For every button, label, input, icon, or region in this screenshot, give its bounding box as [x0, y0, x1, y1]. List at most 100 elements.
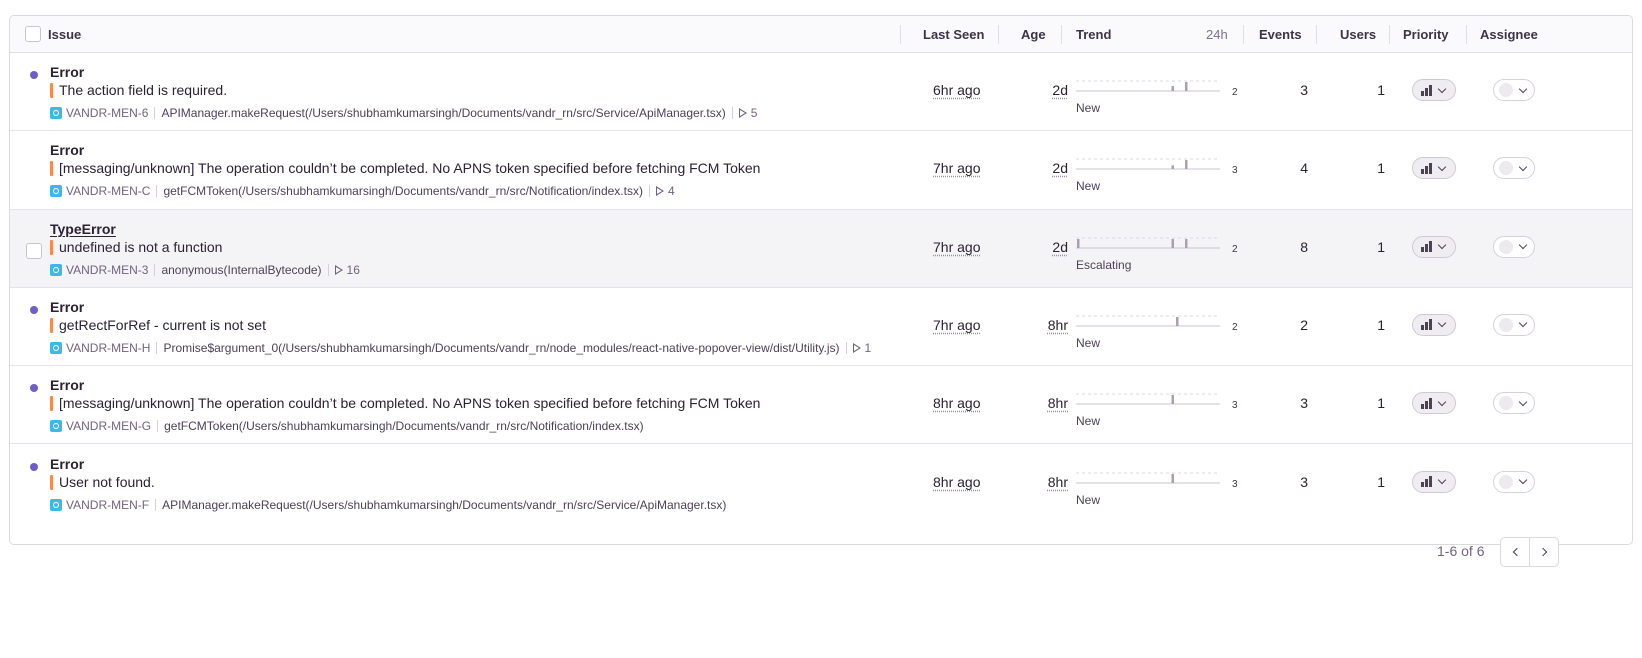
- header-divider: [1316, 25, 1317, 44]
- header-divider: [1389, 25, 1390, 44]
- issue-row[interactable]: Error [messaging/unknown] The operation c…: [10, 366, 1632, 445]
- issue-row[interactable]: Error The action field is required. VANDR…: [10, 53, 1632, 132]
- previous-page-button[interactable]: [1500, 537, 1530, 567]
- age: 8hr: [1047, 395, 1068, 412]
- chevron-down-icon: [1437, 240, 1446, 250]
- chevron-down-icon: [1518, 162, 1528, 172]
- last-seen: 7hr ago: [933, 238, 981, 255]
- replay-count[interactable]: 1: [865, 341, 872, 355]
- issue-title[interactable]: Error: [50, 456, 84, 472]
- short-id[interactable]: VANDR-MEN-6: [66, 106, 148, 120]
- issues-table: Issue Last Seen Age Trend 24h Events Use…: [9, 15, 1633, 545]
- trend-sparkline: 3 New: [1076, 392, 1238, 432]
- issue-title[interactable]: Error: [50, 64, 84, 80]
- issue-message[interactable]: undefined is not a function: [59, 239, 222, 255]
- issue-title[interactable]: TypeError: [50, 221, 116, 237]
- header-events[interactable]: Events: [1259, 16, 1302, 53]
- chevron-right-icon: [1538, 547, 1547, 557]
- next-page-button[interactable]: [1529, 537, 1559, 567]
- meta-divider: [156, 341, 158, 354]
- issue-title[interactable]: Error: [50, 142, 84, 158]
- issue-message[interactable]: getRectForRef - current is not set: [59, 317, 266, 333]
- header-trend-period[interactable]: 24h: [1206, 16, 1228, 53]
- react-native-icon: [50, 498, 62, 511]
- priority-dropdown[interactable]: [1412, 470, 1456, 493]
- meta-divider: [845, 341, 847, 354]
- trend-bar: [1185, 238, 1188, 248]
- short-id[interactable]: VANDR-MEN-F: [66, 498, 149, 512]
- trend-bar: [1185, 82, 1188, 91]
- user-count: 1: [1377, 316, 1385, 333]
- replay-count[interactable]: 16: [347, 263, 360, 277]
- header-priority[interactable]: Priority: [1403, 16, 1449, 53]
- short-id[interactable]: VANDR-MEN-C: [66, 184, 150, 198]
- header-divider: [900, 25, 901, 44]
- user-count: 1: [1377, 395, 1385, 412]
- short-id[interactable]: VANDR-MEN-G: [66, 419, 151, 433]
- header-divider: [1466, 25, 1467, 44]
- meta-divider: [156, 185, 158, 198]
- assignee-dropdown[interactable]: [1493, 235, 1535, 258]
- priority-dropdown[interactable]: [1412, 235, 1456, 258]
- react-native-icon: [50, 420, 62, 433]
- issue-message[interactable]: [messaging/unknown] The operation couldn…: [59, 160, 760, 176]
- react-native-icon: [50, 107, 62, 119]
- short-id[interactable]: VANDR-MEN-3: [66, 263, 148, 277]
- issue-row[interactable]: Error [messaging/unknown] The operation c…: [10, 131, 1632, 210]
- assignee-dropdown[interactable]: [1493, 392, 1535, 415]
- issue-row[interactable]: TypeError undefined is not a function VAN…: [10, 209, 1632, 288]
- last-seen: 8hr ago: [933, 473, 981, 490]
- issue-title[interactable]: Error: [50, 377, 84, 393]
- unread-indicator: [30, 305, 38, 314]
- issue-meta: VANDR-MEN-C getFCMToken(/Users/shubhamku…: [50, 183, 675, 199]
- avatar: [1499, 239, 1513, 254]
- trend-chart: [1076, 472, 1220, 483]
- chevron-down-icon: [1518, 319, 1528, 328]
- issue-row[interactable]: Error User not found. VANDR-MEN-F APIMana…: [10, 444, 1632, 523]
- header-users[interactable]: Users: [1340, 16, 1376, 53]
- chevron-left-icon: [1512, 547, 1521, 557]
- event-count: 3: [1300, 82, 1308, 98]
- replay-count[interactable]: 4: [668, 184, 675, 198]
- header-last-seen[interactable]: Last Seen: [923, 16, 984, 53]
- event-count: 3: [1300, 395, 1308, 412]
- priority-dropdown[interactable]: [1412, 79, 1456, 101]
- issue-title[interactable]: Error: [50, 299, 84, 315]
- event-count: 2: [1300, 316, 1308, 333]
- avatar: [1499, 83, 1513, 97]
- culprit: Promise$argument_0(/Users/shubhamkumarsi…: [163, 340, 840, 355]
- assignee-dropdown[interactable]: [1493, 79, 1535, 101]
- issue-row[interactable]: Error getRectForRef - current is not set …: [10, 287, 1632, 367]
- priority-dropdown[interactable]: [1412, 313, 1456, 336]
- play-icon: [334, 264, 343, 275]
- issue-message[interactable]: The action field is required.: [59, 82, 227, 98]
- last-seen: 7hr ago: [933, 160, 981, 177]
- chevron-down-icon: [1518, 475, 1528, 485]
- culprit: getFCMToken(/Users/shubhamkumarsingh/Doc…: [164, 419, 644, 434]
- assignee-dropdown[interactable]: [1493, 313, 1535, 336]
- trend-label: New: [1076, 335, 1101, 350]
- replay-count[interactable]: 5: [751, 106, 758, 120]
- header-issue[interactable]: Issue: [48, 16, 81, 53]
- priority-dropdown[interactable]: [1412, 392, 1456, 415]
- assignee-dropdown[interactable]: [1493, 157, 1535, 180]
- culprit: APIManager.makeRequest(/Users/shubhamkum…: [162, 497, 727, 512]
- level-indicator: [50, 474, 53, 490]
- assignee-dropdown[interactable]: [1493, 470, 1535, 493]
- select-all-checkbox[interactable]: [25, 26, 41, 42]
- header-assignee: Assignee: [1480, 27, 1538, 42]
- issue-meta: VANDR-MEN-F APIManager.makeRequest(/User…: [50, 497, 726, 513]
- short-id[interactable]: VANDR-MEN-H: [66, 341, 150, 355]
- issue-message[interactable]: User not found.: [59, 474, 155, 490]
- header-age[interactable]: Age: [1021, 16, 1046, 53]
- trend-bar: [1171, 165, 1174, 170]
- trend-max-value: 3: [1232, 478, 1238, 490]
- row-checkbox[interactable]: [26, 242, 42, 259]
- priority-dropdown[interactable]: [1412, 157, 1456, 180]
- issue-message[interactable]: [messaging/unknown] The operation couldn…: [59, 395, 760, 411]
- issue-meta: VANDR-MEN-6 APIManager.makeRequest(/User…: [50, 105, 757, 121]
- unread-indicator: [30, 384, 38, 393]
- trend-bar: [1171, 395, 1174, 405]
- event-count: 3: [1300, 473, 1308, 490]
- user-count: 1: [1377, 238, 1385, 255]
